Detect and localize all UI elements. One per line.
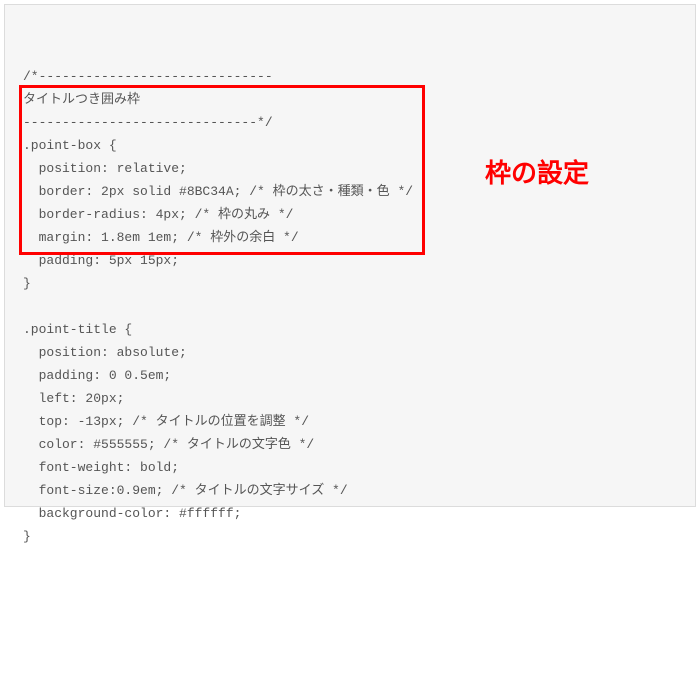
- code-line: .point-title {: [23, 318, 677, 341]
- code-line: padding: 5px 15px;: [23, 249, 677, 272]
- annotation-label: 枠の設定: [485, 160, 589, 186]
- code-line: font-size:0.9em; /* タイトルの文字サイズ */: [23, 479, 677, 502]
- code-block: /*------------------------------タイトルつき囲み…: [23, 65, 677, 548]
- code-line: }: [23, 525, 677, 548]
- code-line: font-weight: bold;: [23, 456, 677, 479]
- code-line: border-radius: 4px; /* 枠の丸み */: [23, 203, 677, 226]
- code-line: left: 20px;: [23, 387, 677, 410]
- code-line: タイトルつき囲み枠: [23, 88, 677, 111]
- code-line: /*------------------------------: [23, 65, 677, 88]
- code-line: color: #555555; /* タイトルの文字色 */: [23, 433, 677, 456]
- page-root: /*------------------------------タイトルつき囲み…: [0, 0, 700, 511]
- code-line: [23, 295, 677, 318]
- code-line: }: [23, 272, 677, 295]
- code-line: ------------------------------*/: [23, 111, 677, 134]
- code-line: position: absolute;: [23, 341, 677, 364]
- code-panel: /*------------------------------タイトルつき囲み…: [4, 4, 696, 507]
- code-line: top: -13px; /* タイトルの位置を調整 */: [23, 410, 677, 433]
- code-line: .point-box {: [23, 134, 677, 157]
- code-line: margin: 1.8em 1em; /* 枠外の余白 */: [23, 226, 677, 249]
- code-line: background-color: #ffffff;: [23, 502, 677, 525]
- code-line: padding: 0 0.5em;: [23, 364, 677, 387]
